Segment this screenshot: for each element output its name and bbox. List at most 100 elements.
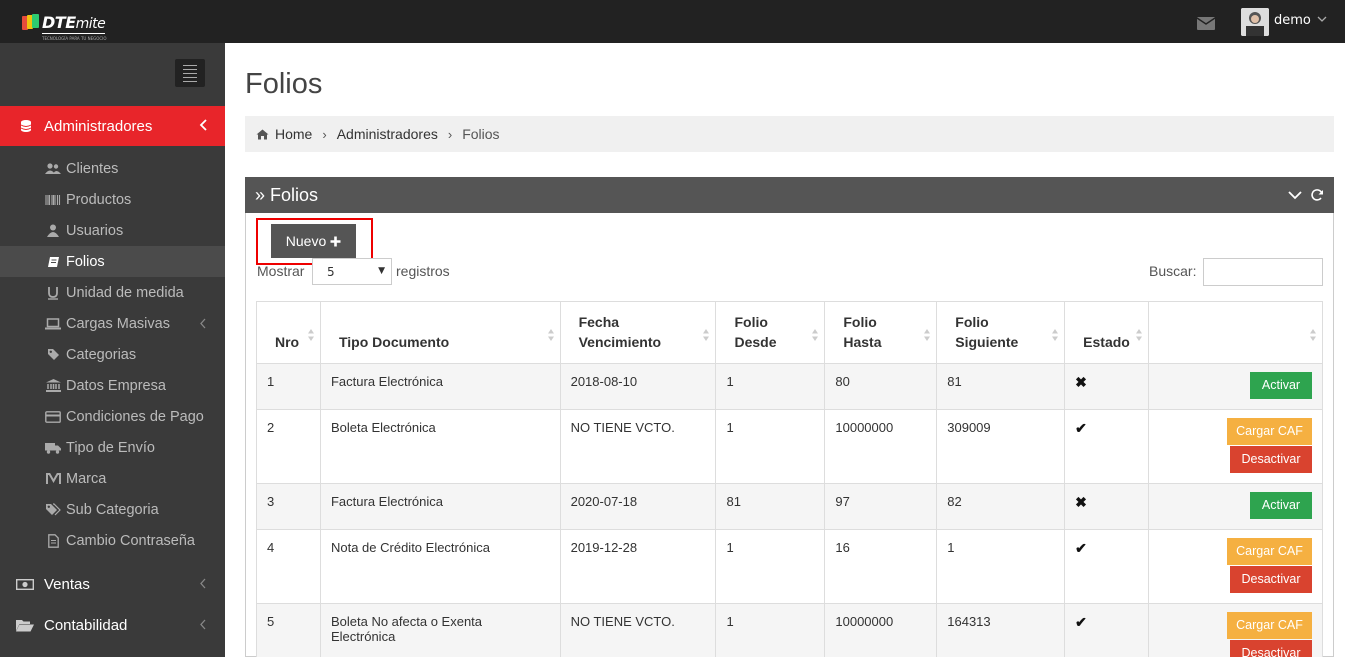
desactivar-button[interactable]: Desactivar [1230,566,1312,593]
sidebar-item-cargas-masivas[interactable]: Cargas Masivas [0,308,225,339]
desactivar-button[interactable]: Desactivar [1230,640,1312,657]
envelope-icon[interactable] [1197,17,1215,30]
cell-hasta: 97 [824,483,938,530]
chevron-left-icon [200,619,206,630]
chevron-down-icon[interactable] [1316,13,1328,25]
cargar-caf-button[interactable]: Cargar CAF [1227,612,1312,639]
sidebar-item-productos[interactable]: Productos [0,184,225,215]
sort-icon [1136,329,1143,341]
cell-desde: 1 [715,409,826,484]
book-icon [45,256,61,268]
sidebar-section-contabilidad[interactable]: Contabilidad [0,605,225,645]
show-entries-label: Mostrar [257,263,305,279]
table-row: 5 Boleta No afecta o Exenta Electrónica … [256,603,1323,657]
table-row: 4 Nota de Crédito Electrónica 2019-12-28… [256,529,1323,604]
table-row: 3 Factura Electrónica 2020-07-18 81 97 8… [256,483,1323,530]
nuevo-button[interactable]: Nuevo [271,224,356,258]
sidebar-item-unidad-de-medida[interactable]: Unidad de medida [0,277,225,308]
sidebar-section-ventas[interactable]: Ventas [0,564,225,604]
sidebar-item-condiciones-de-pago[interactable]: Condiciones de Pago [0,401,225,432]
column-header-fecha-vencimiento[interactable]: Fecha Vencimiento [559,301,717,364]
sort-icon [1310,329,1316,341]
sidebar-item-categorias[interactable]: Categorias [0,339,225,370]
sort-icon [1052,329,1059,341]
cell-hasta: 80 [824,363,938,410]
sort-icon [547,329,554,341]
cargar-caf-button[interactable]: Cargar CAF [1227,538,1312,565]
panel-title: » Folios [255,184,319,205]
sidebar-item-label: Usuarios [66,222,124,239]
cell-estado: ✖ [1064,363,1150,410]
user-name[interactable]: demo [1274,13,1311,28]
breadcrumb-administradores-link[interactable]: Administradores [337,126,438,142]
sidebar-item-folios[interactable]: Folios [0,246,225,277]
cargar-caf-button[interactable]: Cargar CAF [1227,418,1312,445]
sidebar-item-sub-categoria[interactable]: Sub Categoria [0,494,225,525]
activar-button[interactable]: Activar [1250,492,1312,519]
cell-vencimiento: NO TIENE VCTO. [559,603,717,657]
activar-button[interactable]: Activar [1250,372,1312,399]
sidebar-section-administradores[interactable]: Administradores [0,106,225,146]
table-row: 1 Factura Electrónica 2018-08-10 1 80 81… [256,363,1323,410]
sidebar-section-label: Contabilidad [44,616,128,634]
collapse-chevron-icon[interactable] [1288,188,1302,202]
cell-siguiente: 309009 [936,409,1066,484]
cell-nro: 2 [256,409,321,484]
column-header-acciones[interactable] [1148,301,1323,364]
avatar[interactable] [1241,8,1269,36]
sidebar-item-tipo-de-envio[interactable]: Tipo de Envío [0,432,225,463]
sort-icon [703,329,710,341]
sidebar-item-cambio-contrasena[interactable]: Cambio Contraseña [0,525,225,556]
refresh-icon[interactable] [1310,188,1324,202]
m-icon [45,472,61,485]
cell-estado: ✔ [1064,603,1150,657]
breadcrumb-home-link[interactable]: Home [275,126,312,142]
cell-estado: ✔ [1064,409,1150,484]
barcode-icon [45,194,61,206]
cell-tipo: Boleta Electrónica [319,409,561,484]
desactivar-button[interactable]: Desactivar [1230,446,1312,473]
cell-desde: 1 [715,529,826,604]
sidebar-submenu: Clientes Productos Usuarios Folios Unida… [0,153,225,556]
sidebar-item-label: Cargas Masivas [66,315,170,332]
page-title: Folios [245,68,323,100]
cell-desde: 81 [715,483,826,530]
column-header-tipo-documento[interactable]: Tipo Documento [319,301,561,364]
menu-toggle-button[interactable] [175,59,205,87]
column-header-folio-siguiente[interactable]: Folio Siguiente [936,301,1066,364]
page-length-select[interactable]: 5 ▼ [312,258,392,285]
cell-siguiente: 164313 [936,603,1066,657]
cell-vencimiento: 2018-08-10 [559,363,717,410]
search-input[interactable] [1203,258,1323,286]
file-icon [45,533,61,548]
column-header-folio-hasta[interactable]: Folio Hasta [824,301,938,364]
sidebar-item-label: Productos [66,191,132,208]
nuevo-button-label: Nuevo [285,233,327,249]
sidebar-item-usuarios[interactable]: Usuarios [0,215,225,246]
cell-desde: 1 [715,603,826,657]
sidebar-item-label: Sub Categoria [66,501,159,518]
table-row: 2 Boleta Electrónica NO TIENE VCTO. 1 10… [256,409,1323,484]
check-icon: ✔ [1075,540,1087,556]
column-header-nro[interactable]: Nro [256,301,321,364]
sidebar-item-label: Tipo de Envío [66,439,155,456]
cell-siguiente: 81 [936,363,1066,410]
sidebar-item-marca[interactable]: Marca [0,463,225,494]
logo-text: DTEmite [42,13,106,34]
table-header-row: Nro Tipo Documento Fecha Vencimiento Fol… [256,301,1323,364]
column-header-folio-desde[interactable]: Folio Desde [715,301,826,364]
sidebar-item-label: Marca [66,470,107,487]
sidebar-item-datos-empresa[interactable]: Datos Empresa [0,370,225,401]
sort-icon [924,329,931,341]
cell-tipo: Nota de Crédito Electrónica [319,529,561,604]
sidebar-item-clientes[interactable]: Clientes [0,153,225,184]
cell-desde: 1 [715,363,826,410]
truck-icon [45,442,61,454]
tags-icon [45,503,61,516]
column-header-estado[interactable]: Estado [1064,301,1150,364]
brand-logo[interactable]: DTEmite TECNOLOGÍA PARA TU NEGOCIO [22,13,106,41]
sidebar-section-label: Administradores [44,117,153,135]
cell-estado: ✖ [1064,483,1150,530]
sort-icon [812,329,819,341]
home-icon [256,129,269,139]
